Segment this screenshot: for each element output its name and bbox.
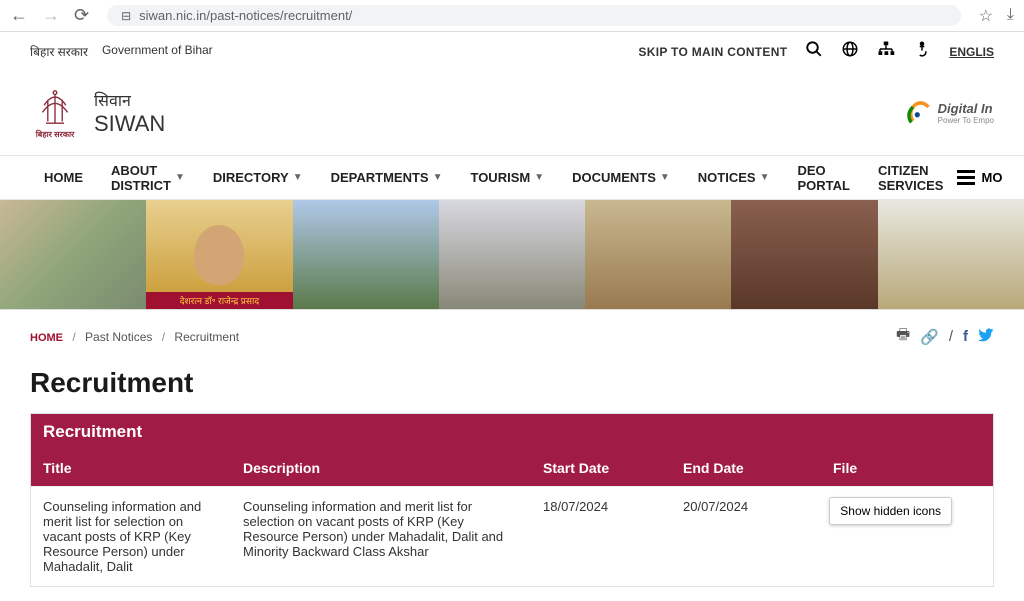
th-end-date: End Date bbox=[671, 450, 821, 486]
digital-india-sub: Power To Empo bbox=[938, 116, 994, 125]
back-button[interactable]: ← bbox=[10, 5, 28, 26]
chevron-down-icon: ▼ bbox=[660, 172, 670, 183]
banner-image bbox=[439, 200, 585, 309]
main-navigation: HOME ABOUT DISTRICT▼ DIRECTORY▼ DEPARTME… bbox=[0, 156, 1024, 200]
nav-notices[interactable]: NOTICES▼ bbox=[684, 158, 784, 197]
table-header-row: Title Description Start Date End Date Fi… bbox=[31, 450, 993, 486]
th-title: Title bbox=[31, 450, 231, 486]
chevron-down-icon: ▼ bbox=[175, 172, 185, 183]
download-icon[interactable]: ⤓ bbox=[1007, 6, 1014, 26]
share-toolbar: 🖶 🔗 / f bbox=[896, 324, 994, 349]
nav-home[interactable]: HOME bbox=[30, 158, 97, 197]
digital-india-text: Digital In bbox=[938, 101, 994, 116]
bookmark-icon[interactable]: ☆ bbox=[979, 6, 993, 26]
top-utility-bar: बिहार सरकार Government of Bihar SKIP TO … bbox=[0, 32, 1024, 71]
language-english-link[interactable]: ENGLIS bbox=[949, 45, 994, 59]
chevron-down-icon: ▼ bbox=[534, 172, 544, 183]
banner-image bbox=[878, 200, 1024, 309]
emblem-caption: बिहार सरकार bbox=[36, 129, 75, 140]
th-start-date: Start Date bbox=[531, 450, 671, 486]
breadcrumb-past-notices[interactable]: Past Notices bbox=[85, 330, 152, 344]
site-name-english: SIWAN bbox=[94, 111, 165, 137]
page-title: Recruitment bbox=[30, 367, 994, 399]
social-icon[interactable] bbox=[841, 40, 859, 63]
th-file: File bbox=[821, 450, 993, 486]
gov-label-en: Government of Bihar bbox=[102, 43, 213, 60]
panel-heading: Recruitment bbox=[31, 414, 993, 450]
share-icon[interactable]: 🔗 bbox=[920, 328, 939, 346]
banner-image bbox=[293, 200, 439, 309]
breadcrumb: HOME / Past Notices / Recruitment bbox=[30, 330, 239, 344]
chevron-down-icon: ▼ bbox=[760, 172, 770, 183]
th-description: Description bbox=[231, 450, 531, 486]
digital-india-badge[interactable]: Digital In Power To Empo bbox=[906, 100, 994, 126]
gov-label-hi: बिहार सरकार bbox=[30, 43, 88, 60]
nav-directory[interactable]: DIRECTORY▼ bbox=[199, 158, 317, 197]
system-tray-tooltip: Show hidden icons bbox=[829, 497, 952, 525]
site-info-icon: ⊟ bbox=[121, 9, 131, 23]
banner-image bbox=[731, 200, 877, 309]
banner-image bbox=[0, 200, 146, 309]
reload-button[interactable]: ⟳ bbox=[74, 5, 89, 26]
search-icon[interactable] bbox=[805, 40, 823, 63]
nav-about-district[interactable]: ABOUT DISTRICT▼ bbox=[97, 151, 199, 205]
facebook-icon[interactable]: f bbox=[963, 328, 968, 345]
breadcrumb-home[interactable]: HOME bbox=[30, 332, 63, 344]
accessibility-icon[interactable] bbox=[913, 40, 931, 63]
nav-departments[interactable]: DEPARTMENTS▼ bbox=[317, 158, 457, 197]
hamburger-icon bbox=[957, 170, 975, 185]
url-text: siwan.nic.in/past-notices/recruitment/ bbox=[139, 8, 352, 23]
site-header: बिहार सरकार सिवान SIWAN Digital In Power… bbox=[0, 71, 1024, 156]
nav-tourism[interactable]: TOURISM▼ bbox=[456, 158, 558, 197]
forward-button[interactable]: → bbox=[42, 5, 60, 26]
state-emblem: बिहार सरकार bbox=[30, 83, 80, 143]
nav-more-button[interactable]: MO bbox=[957, 170, 1002, 185]
nav-deo-portal[interactable]: DEO PORTAL bbox=[784, 151, 864, 205]
twitter-icon[interactable] bbox=[978, 328, 994, 346]
address-bar[interactable]: ⊟ siwan.nic.in/past-notices/recruitment/ bbox=[107, 5, 960, 26]
breadcrumb-recruitment: Recruitment bbox=[174, 330, 239, 344]
browser-toolbar: ← → ⟳ ⊟ siwan.nic.in/past-notices/recrui… bbox=[0, 0, 1024, 32]
nav-documents[interactable]: DOCUMENTS▼ bbox=[558, 158, 684, 197]
main-content: HOME / Past Notices / Recruitment 🖶 🔗 / … bbox=[0, 310, 1024, 601]
skip-to-content-link[interactable]: SKIP TO MAIN CONTENT bbox=[638, 45, 787, 59]
chevron-down-icon: ▼ bbox=[293, 172, 303, 183]
hero-banner: देशरत्न डॉ॰ राजेन्द्र प्रसाद bbox=[0, 200, 1024, 310]
banner-image bbox=[585, 200, 731, 309]
banner-image: देशरत्न डॉ॰ राजेन्द्र प्रसाद bbox=[146, 200, 292, 309]
nav-citizen-services[interactable]: CITIZEN SERVICES bbox=[864, 151, 958, 205]
sitemap-icon[interactable] bbox=[877, 40, 895, 63]
print-icon[interactable]: 🖶 bbox=[896, 324, 910, 349]
site-name-hindi: सिवान bbox=[94, 89, 165, 111]
chevron-down-icon: ▼ bbox=[433, 172, 443, 183]
